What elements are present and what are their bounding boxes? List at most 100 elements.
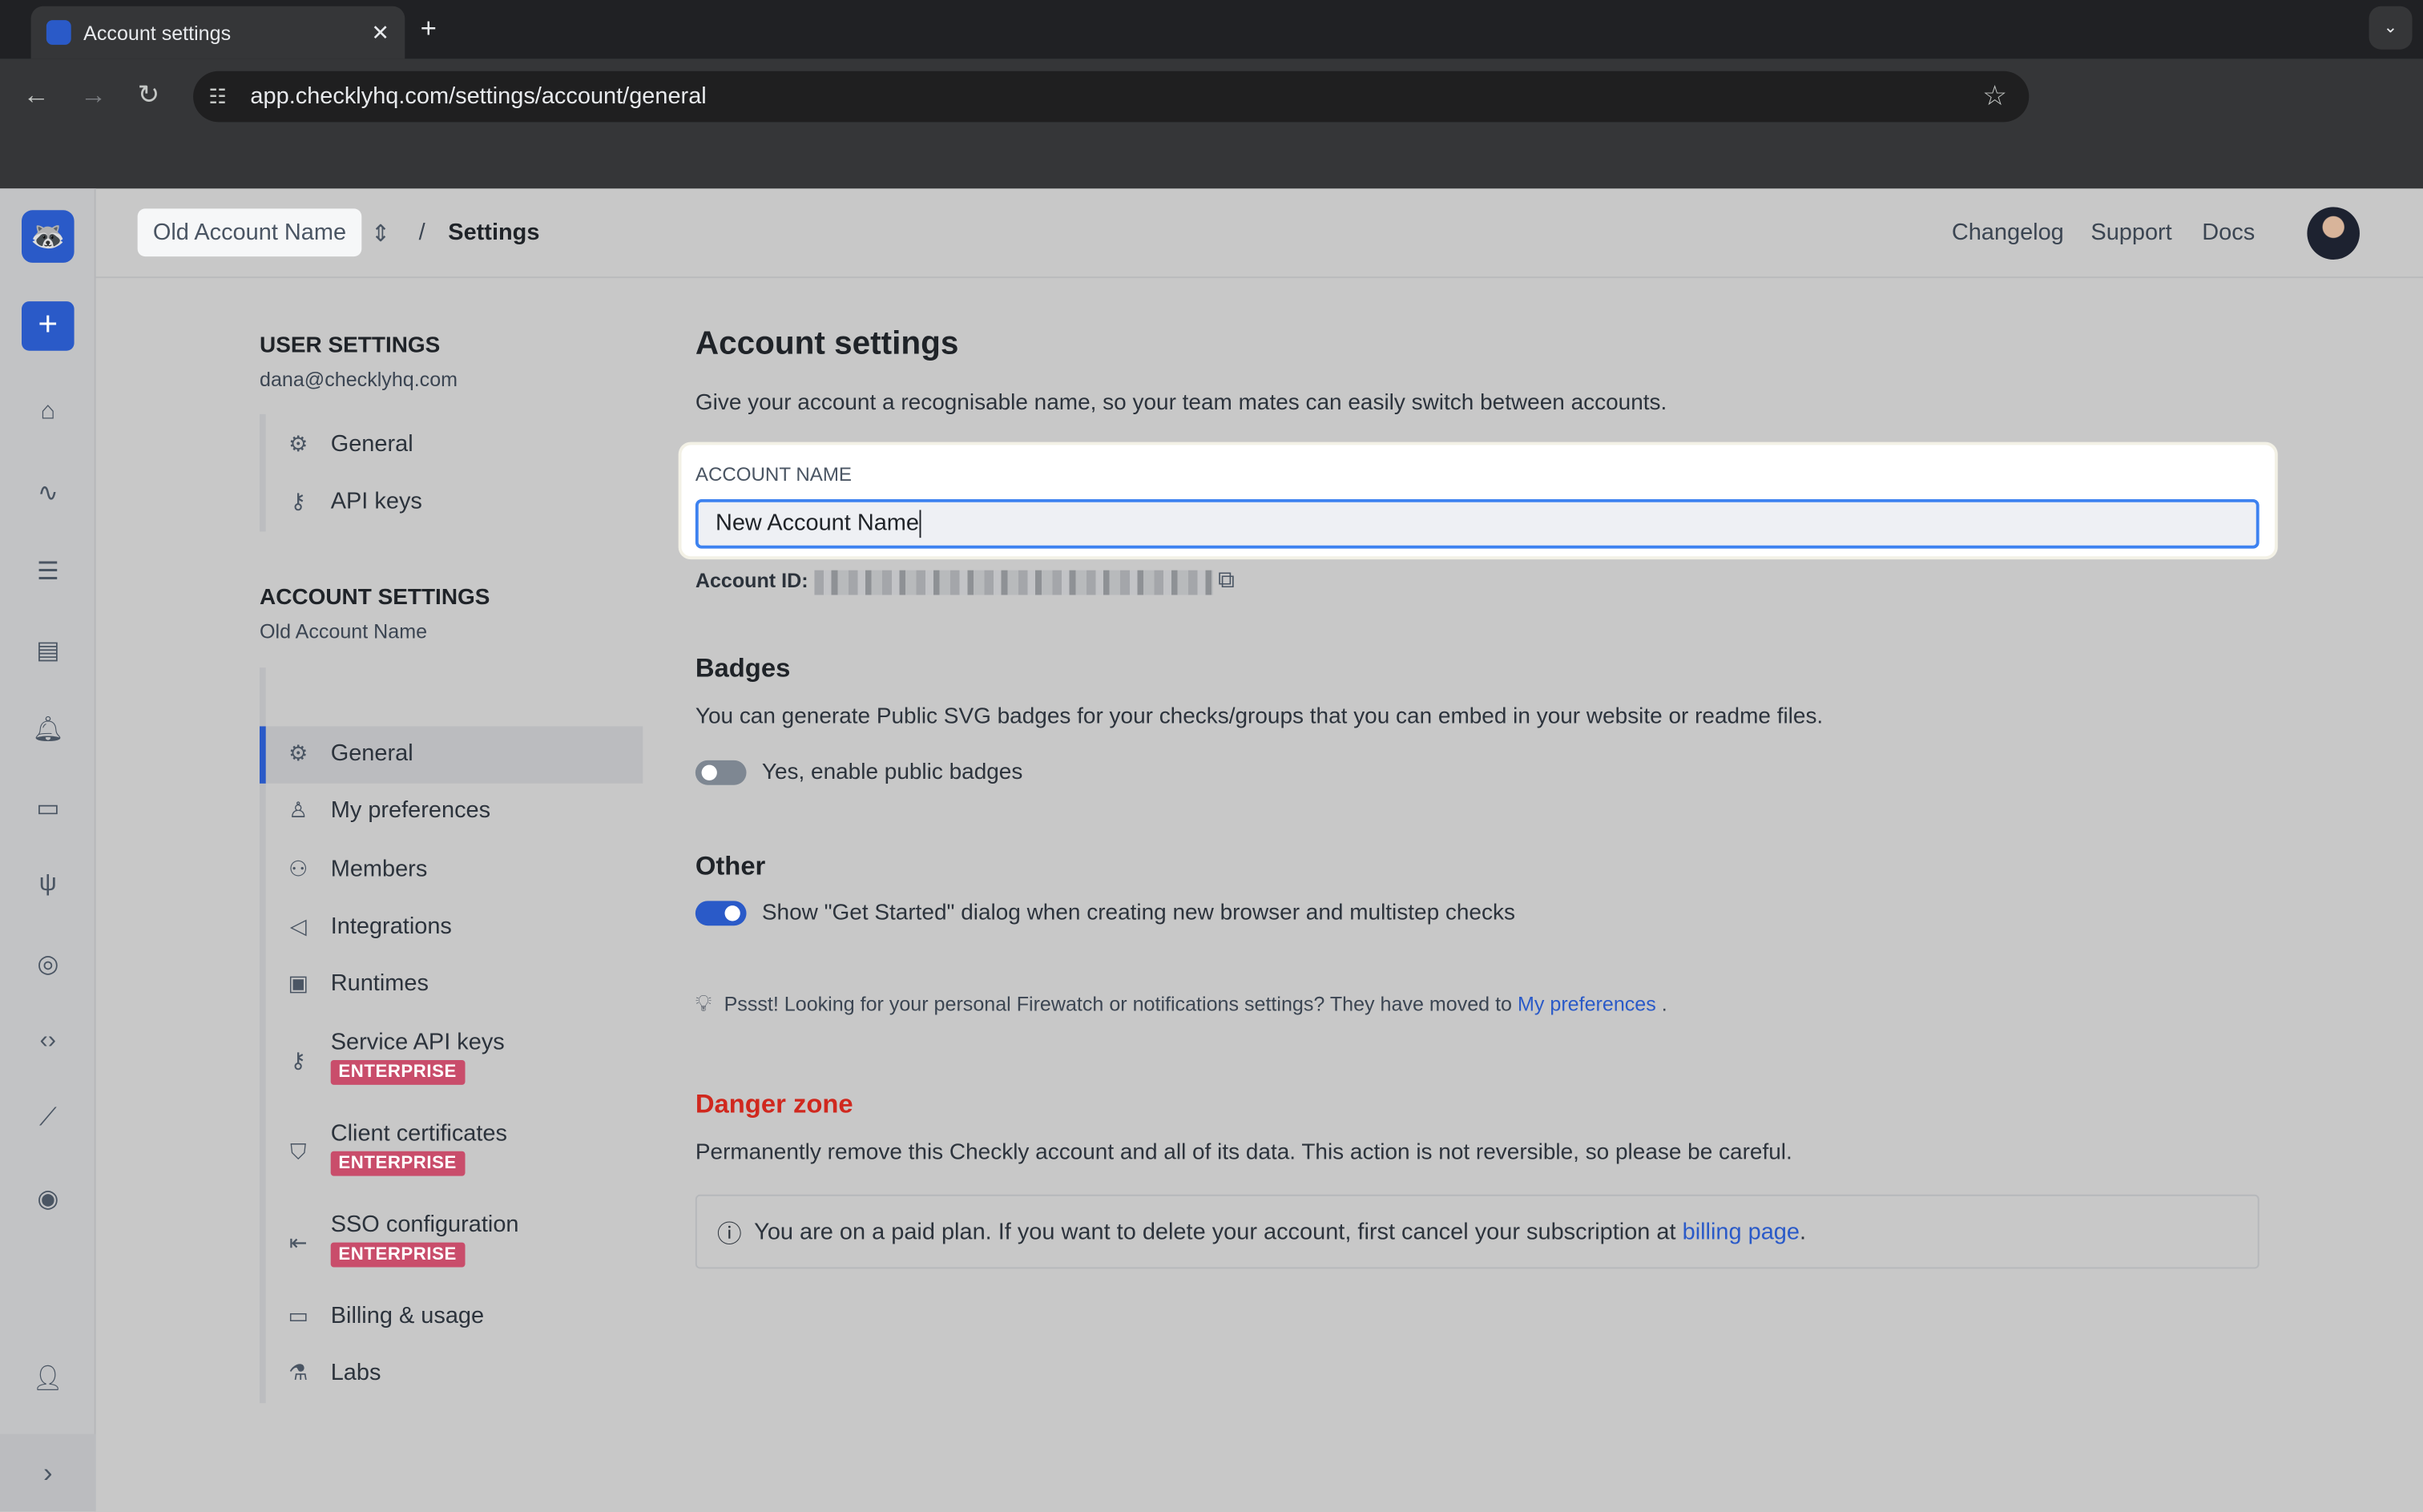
tip-end: . <box>1661 992 1667 1016</box>
public-badges-toggle[interactable] <box>695 760 747 786</box>
tip-body: Pssst! Looking for your personal Firewat… <box>724 992 1513 1016</box>
code-icon[interactable]: ‹› <box>28 1028 68 1056</box>
menu-account-general[interactable]: ⚙ General <box>260 726 643 784</box>
breadcrumb-separator: / <box>418 219 425 246</box>
gear-icon: ⚙ <box>288 431 308 456</box>
menu-labs[interactable]: ⚗ Labs <box>260 1346 643 1403</box>
reload-icon[interactable]: ↻ <box>138 80 159 111</box>
account-name-input[interactable]: New Account Name <box>695 498 2260 549</box>
menu-label: Billing & usage <box>330 1302 485 1329</box>
menu-my-preferences[interactable]: ♙ My preferences <box>260 784 643 841</box>
badges-heading: Badges <box>695 653 791 683</box>
intro-text: Give your account a recognisable name, s… <box>695 390 1667 416</box>
menu-sso-configuration[interactable]: ⇤ SSO configuration ENTERPRISE <box>260 1198 643 1284</box>
user-icon: ♙ <box>288 797 308 823</box>
site-info-icon[interactable]: ☷ <box>208 71 226 123</box>
account-name-card: ACCOUNT NAME New Account Name <box>681 445 2275 557</box>
credit-card-icon: ▭ <box>288 1302 308 1328</box>
account-switcher[interactable]: Old Account Name <box>137 208 362 257</box>
switcher-chevrons-icon[interactable]: ⇕ <box>371 220 390 248</box>
enterprise-badge: ENTERPRISE <box>330 1242 465 1268</box>
account-settings-heading: ACCOUNT SETTINGS <box>260 585 490 611</box>
account-name-subtitle: Old Account Name <box>260 619 428 643</box>
danger-zone-description: Permanently remove this Checkly account … <box>695 1140 1792 1166</box>
info-icon: ⓘ <box>716 1222 742 1249</box>
forward-icon[interactable]: → <box>80 80 107 111</box>
create-new-button[interactable]: + <box>22 301 75 351</box>
menu-label: API keys <box>330 488 422 515</box>
menu-label: SSO configuration <box>330 1212 519 1238</box>
menu-label: Service API keys <box>330 1029 505 1056</box>
key-icon: ⚷ <box>290 1047 307 1073</box>
back-icon[interactable]: ← <box>23 80 50 111</box>
activity-icon[interactable]: ∿ <box>28 478 68 509</box>
checkly-logo[interactable]: 🦝 <box>22 210 75 263</box>
danger-zone-heading: Danger zone <box>695 1089 853 1119</box>
tab-title: Account settings <box>83 21 232 44</box>
get-started-toggle[interactable] <box>695 901 747 926</box>
menu-label: Client certificates <box>330 1120 508 1147</box>
globe-icon[interactable]: ◎ <box>28 949 68 980</box>
menu-label: Integrations <box>330 913 452 940</box>
shield-icon: ⛉ <box>290 1139 307 1164</box>
user-settings-heading: USER SETTINGS <box>260 333 441 359</box>
toggle-label: Show "Get Started" dialog when creating … <box>761 901 1515 926</box>
users-icon: ⚇ <box>288 856 308 881</box>
account-id-label: Account ID: <box>695 568 808 592</box>
close-tab-icon[interactable]: ✕ <box>371 19 389 46</box>
tab-search-icon[interactable]: ⌄ <box>2369 6 2413 50</box>
expand-sidebar-icon[interactable]: › <box>0 1433 96 1512</box>
location-pin-icon[interactable]: ◉ <box>28 1183 68 1215</box>
flask-icon: ⚗ <box>288 1360 308 1385</box>
chip-icon: ▣ <box>288 970 308 996</box>
docs-link[interactable]: Docs <box>2202 220 2255 246</box>
plug-icon[interactable]: ψ <box>28 870 68 898</box>
menu-runtimes[interactable]: ▣ Runtimes <box>260 957 643 1014</box>
new-tab-icon[interactable]: + <box>421 12 437 45</box>
app-sidebar <box>0 188 96 1512</box>
support-link[interactable]: Support <box>2090 220 2171 246</box>
menu-label: Runtimes <box>330 970 429 997</box>
enterprise-badge: ENTERPRISE <box>330 1060 465 1085</box>
menu-user-general[interactable]: ⚙ General <box>260 417 643 474</box>
badges-toggle-row[interactable]: Yes, enable public badges <box>695 760 1022 786</box>
copy-icon[interactable]: ⧉ <box>1218 567 1235 594</box>
billing-page-link[interactable]: billing page <box>1683 1219 1800 1245</box>
invite-user-icon[interactable]: 👤︎ <box>28 1363 68 1394</box>
address-bar[interactable]: ☷ app.checklyhq.com/settings/account/gene… <box>193 71 2030 123</box>
menu-billing-usage[interactable]: ▭ Billing & usage <box>260 1288 643 1345</box>
menu-label: My preferences <box>330 797 491 824</box>
megaphone-icon: ◁ <box>289 913 307 938</box>
checklist-icon[interactable]: ☰ <box>28 556 68 587</box>
get-started-toggle-row[interactable]: Show "Get Started" dialog when creating … <box>695 901 1515 926</box>
menu-api-keys[interactable]: ⚷ API keys <box>260 474 643 531</box>
chart-icon[interactable]: ⟋ <box>28 1105 68 1133</box>
favicon-icon <box>46 20 71 45</box>
menu-label: General <box>330 740 413 767</box>
monitor-icon[interactable]: ▭ <box>28 792 68 824</box>
account-id-redacted <box>813 569 1213 595</box>
menu-integrations[interactable]: ◁ Integrations <box>260 899 643 956</box>
browser-tab[interactable]: Account settings ✕ <box>30 6 405 59</box>
home-icon[interactable]: ⌂ <box>28 399 68 427</box>
menu-members[interactable]: ⚇ Members <box>260 842 643 899</box>
bell-icon[interactable]: 🔔︎ <box>28 714 68 745</box>
my-preferences-link[interactable]: My preferences <box>1518 992 1656 1015</box>
lightbulb-icon: 💡︎ <box>695 990 712 1018</box>
menu-label: Labs <box>330 1360 381 1386</box>
notice-text: You are on a paid plan. If you want to d… <box>754 1218 1676 1245</box>
page-title: Account settings <box>695 325 959 362</box>
key-icon: ⚷ <box>290 488 307 514</box>
user-email: dana@checklyhq.com <box>260 368 458 391</box>
changelog-link[interactable]: Changelog <box>1952 220 2064 246</box>
account-id-row: Account ID: ⧉ <box>695 567 1235 595</box>
bookmark-star-icon[interactable]: ☆ <box>1982 71 2007 123</box>
breadcrumb-settings: Settings <box>448 219 540 246</box>
menu-client-certificates[interactable]: ⛉ Client certificates ENTERPRISE <box>260 1107 643 1193</box>
test-sessions-icon[interactable]: ▤ <box>28 635 68 667</box>
menu-service-api-keys[interactable]: ⚷ Service API keys ENTERPRISE <box>260 1015 643 1102</box>
user-avatar[interactable] <box>2307 207 2360 260</box>
paid-plan-notice: ⓘ You are on a paid plan. If you want to … <box>695 1194 2260 1269</box>
url-text: app.checklyhq.com/settings/account/gener… <box>250 83 707 110</box>
input-value: New Account Name <box>715 510 920 537</box>
